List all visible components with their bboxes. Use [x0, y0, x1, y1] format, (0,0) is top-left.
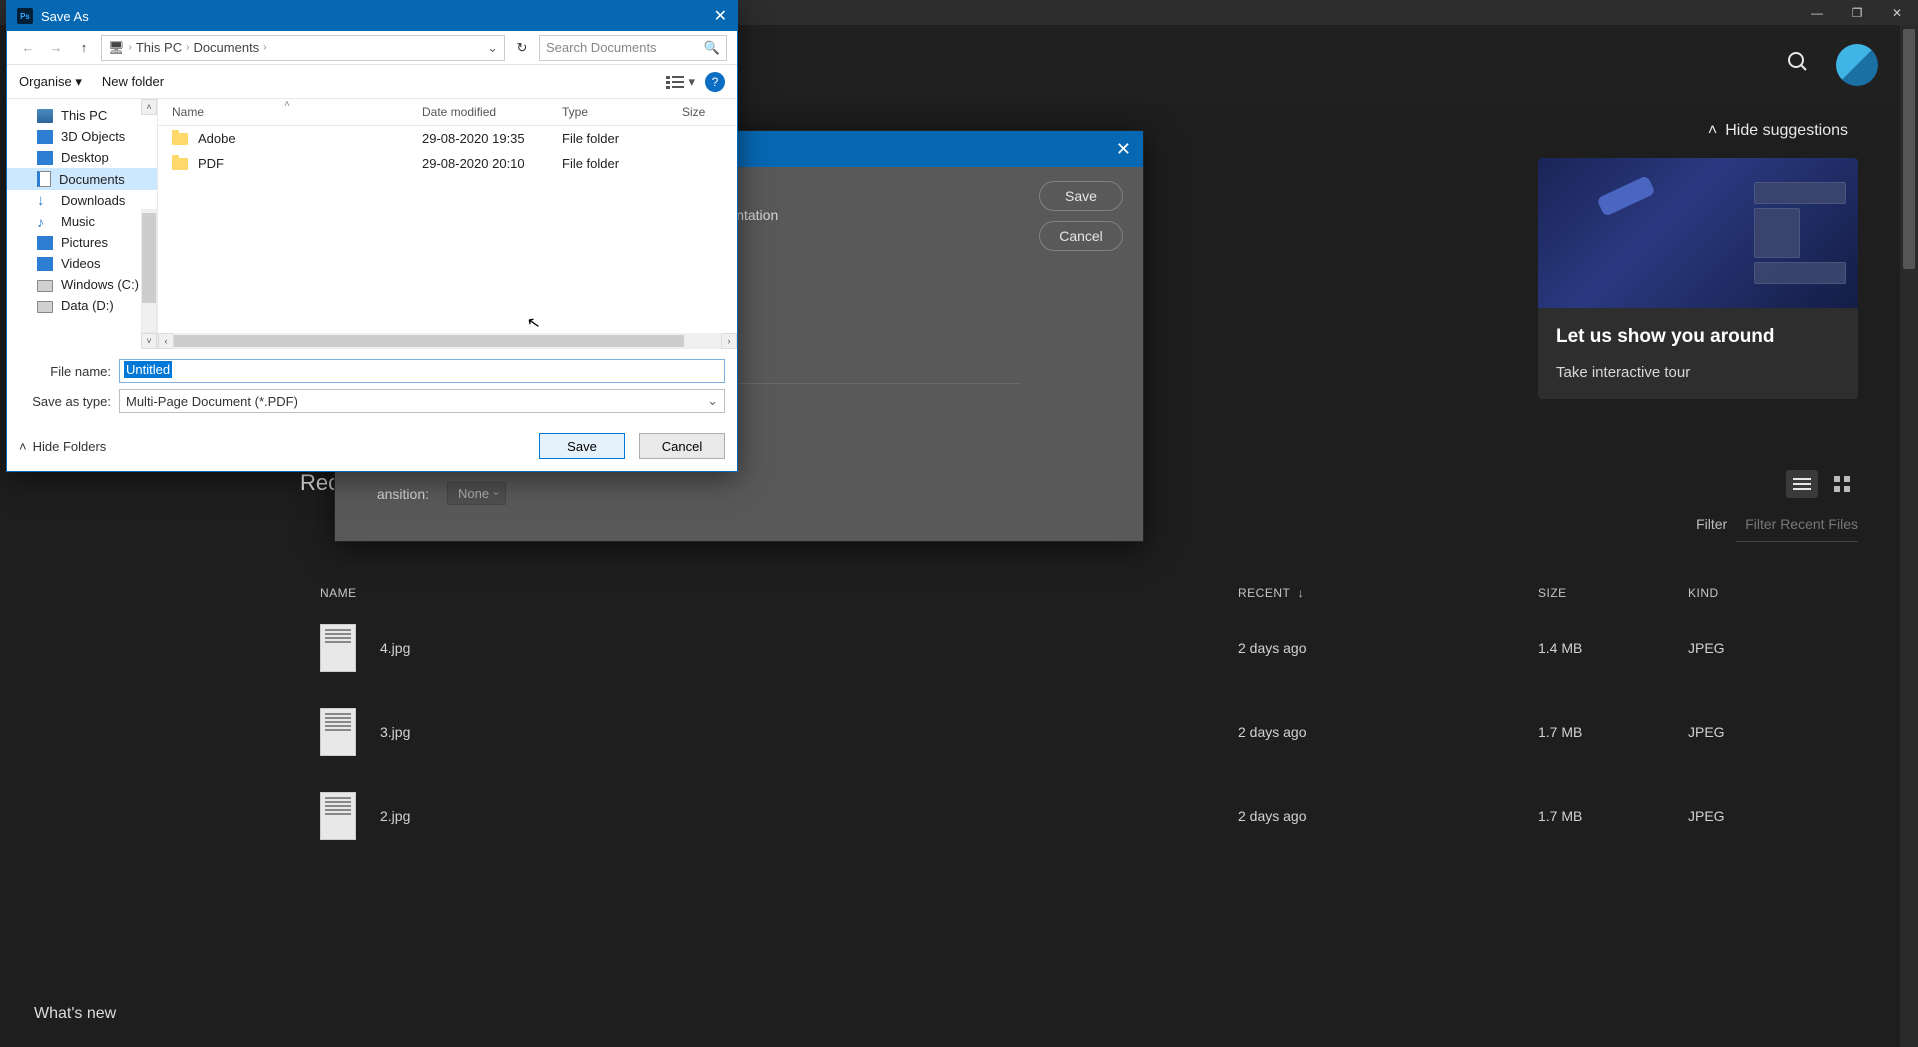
tree-scroll-down[interactable]: ˅ [141, 333, 157, 349]
file-list: Name Date modified Type Size ˄ Adobe 29-… [157, 99, 737, 349]
tree-desktop[interactable]: Desktop [7, 147, 157, 168]
pdf-close-button[interactable]: ✕ [1116, 139, 1131, 160]
organise-menu[interactable]: Organise ▾ [19, 74, 82, 90]
filename-input[interactable]: Untitled [119, 359, 725, 383]
ps-icon: Ps [17, 8, 33, 24]
save-type-label: Save as type: [19, 394, 111, 409]
grid-view-button[interactable] [1826, 470, 1858, 498]
whats-new-link[interactable]: What's new [34, 1005, 116, 1023]
filename-label: File name: [19, 364, 111, 379]
tour-thumbnail [1538, 158, 1858, 308]
tour-card[interactable]: Let us show you around Take interactive … [1538, 158, 1858, 399]
refresh-button[interactable]: ↻ [511, 37, 533, 59]
tree-pictures[interactable]: Pictures [7, 232, 157, 253]
help-button[interactable]: ? [705, 72, 725, 92]
hide-suggestions-button[interactable]: ˄ Hide suggestions [1538, 110, 1858, 152]
tour-link[interactable]: Take interactive tour [1556, 364, 1840, 381]
tree-music[interactable]: ♪Music [7, 211, 157, 232]
avatar[interactable] [1836, 44, 1878, 86]
folder-tree: ˄ This PC 3D Objects Desktop Documents ↓… [7, 99, 157, 349]
nav-up-button[interactable]: ↑ [73, 37, 95, 59]
pc-icon: 🖥 [108, 40, 125, 56]
tree-scroll-thumb[interactable] [142, 213, 156, 303]
pdf-save-button[interactable]: Save [1039, 181, 1123, 211]
chevron-up-icon: ˄ [1708, 122, 1717, 140]
cancel-button[interactable]: Cancel [639, 433, 725, 459]
filter-label: Filter [1696, 516, 1727, 532]
save-as-titlebar: Ps Save As ✕ [7, 1, 737, 31]
close-app-button[interactable]: ✕ [1884, 3, 1910, 23]
folder-icon [172, 158, 188, 170]
maximize-button[interactable]: ❐ [1844, 3, 1870, 23]
tree-downloads[interactable]: ↓Downloads [7, 190, 157, 211]
chevron-down-icon[interactable]: ⌄ [487, 40, 498, 56]
nav-forward-button[interactable]: → [45, 37, 67, 59]
save-button[interactable]: Save [539, 433, 625, 459]
breadcrumb[interactable]: 🖥 › This PC › Documents › ⌄ [101, 35, 505, 61]
nav-back-button[interactable]: ← [17, 37, 39, 59]
tree-documents[interactable]: Documents [7, 168, 157, 190]
filter-input[interactable]: Filter Recent Files [1745, 516, 1858, 532]
save-type-select[interactable]: Multi-Page Document (*.PDF) [119, 389, 725, 413]
save-as-dialog: Ps Save As ✕ ← → ↑ 🖥 › This PC › Documen… [6, 0, 738, 472]
file-list-hscroll[interactable]: ‹ › [158, 333, 737, 349]
recent-row[interactable]: 4.jpg 2 days ago1.4 MBJPEG [300, 606, 1858, 690]
transition-select: None [447, 482, 506, 505]
search-icon: 🔍 [704, 40, 720, 56]
minimize-button[interactable]: — [1804, 3, 1830, 23]
file-thumb-icon [320, 792, 356, 840]
file-row[interactable]: PDF 29-08-2020 20:10File folder [158, 151, 737, 176]
tour-title: Let us show you around [1556, 326, 1840, 348]
file-row[interactable]: Adobe 29-08-2020 19:35File folder [158, 126, 737, 151]
chevron-up-icon: ˄ [19, 439, 27, 454]
app-scrollbar[interactable] [1900, 25, 1918, 1047]
suggestions-panel: ˄ Hide suggestions Let us show you aroun… [1538, 110, 1858, 399]
save-as-toolbar: Organise ▾ New folder ▾ ? [7, 65, 737, 99]
file-list-header[interactable]: Name Date modified Type Size ˄ [158, 99, 737, 126]
tree-scroll-up[interactable]: ˄ [141, 99, 157, 115]
file-thumb-icon [320, 708, 356, 756]
tree-data-d[interactable]: Data (D:) [7, 295, 157, 316]
file-thumb-icon [320, 624, 356, 672]
list-view-button[interactable] [1786, 470, 1818, 498]
tree-videos[interactable]: Videos [7, 253, 157, 274]
new-folder-button[interactable]: New folder [102, 74, 164, 89]
recent-row[interactable]: 2.jpg 2 days ago1.7 MBJPEG [300, 774, 1858, 858]
folder-icon [172, 133, 188, 145]
hide-folders-toggle[interactable]: ˄ Hide Folders [19, 439, 106, 454]
tree-windows-c[interactable]: Windows (C:) [7, 274, 157, 295]
save-as-close-button[interactable]: ✕ [714, 6, 727, 26]
recent-row[interactable]: 3.jpg 2 days ago1.7 MBJPEG [300, 690, 1858, 774]
search-icon[interactable] [1786, 50, 1810, 80]
recent-table-header: NAME RECENT ↓ SIZE KIND [300, 580, 1858, 606]
sort-indicator-icon: ˄ [284, 99, 290, 110]
save-as-navbar: ← → ↑ 🖥 › This PC › Documents › ⌄ ↻ Sear… [7, 31, 737, 65]
tree-this-pc[interactable]: This PC [7, 105, 157, 126]
pdf-cancel-button[interactable]: Cancel [1039, 221, 1123, 251]
tree-3d-objects[interactable]: 3D Objects [7, 126, 157, 147]
view-options-button[interactable]: ▾ [666, 74, 695, 90]
search-input[interactable]: Search Documents 🔍 [539, 35, 727, 61]
